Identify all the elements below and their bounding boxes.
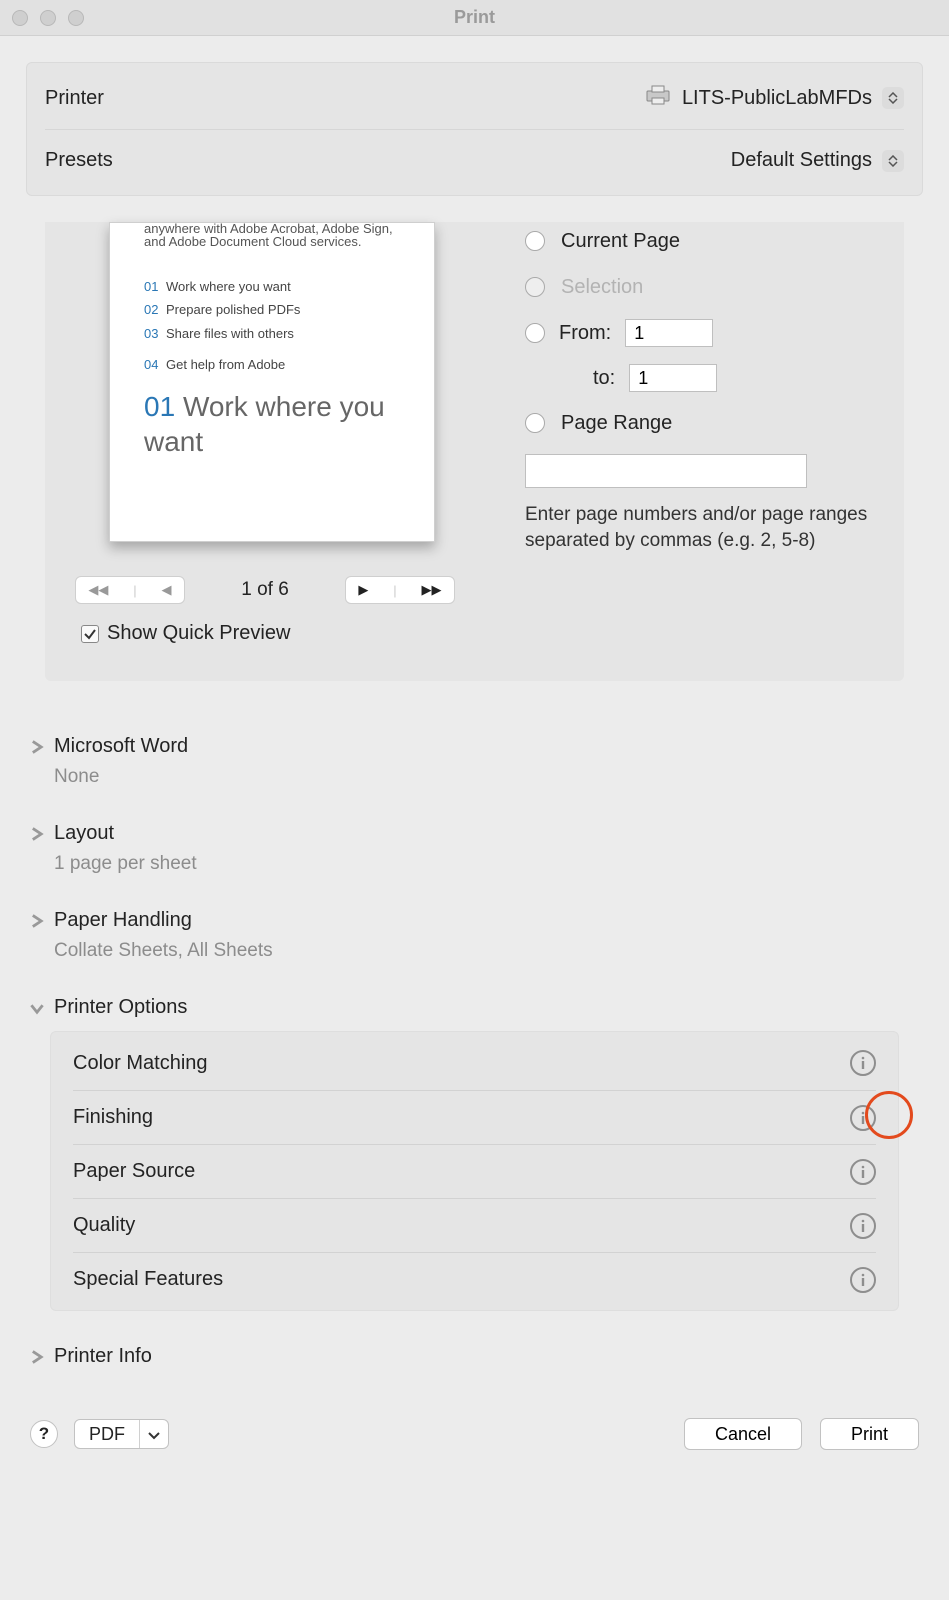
section-printer-options[interactable]: Printer Options Color Matching Finishing (30, 996, 919, 1311)
prev-page-icon: ◀ (162, 582, 172, 598)
preview-next-buttons[interactable]: ▶ | ▶▶ (345, 576, 455, 604)
chevron-updown-icon (882, 87, 904, 109)
to-input[interactable] (629, 364, 717, 392)
info-icon[interactable] (850, 1105, 876, 1131)
titlebar: Print (0, 0, 949, 36)
next-page-icon: ▶ (358, 582, 368, 598)
section-title: Paper Handling (54, 909, 192, 932)
radio-page-range[interactable] (525, 413, 545, 433)
selection-label: Selection (561, 276, 643, 299)
from-input[interactable] (625, 319, 713, 347)
chevron-updown-icon (882, 150, 904, 172)
chevron-right-icon (30, 740, 44, 754)
printer-options-list: Color Matching Finishing Paper Source (50, 1031, 899, 1311)
toc-text: Share files with others (166, 326, 294, 341)
section-subtitle: Collate Sheets, All Sheets (54, 940, 919, 962)
preview-text: and Adobe Document Cloud services. (144, 234, 362, 249)
chevron-down-icon (140, 1424, 168, 1445)
section-title: Microsoft Word (54, 735, 188, 758)
po-item-color-matching[interactable]: Color Matching (73, 1036, 876, 1090)
pdf-label: PDF (75, 1420, 140, 1448)
current-page-label: Current Page (561, 230, 680, 253)
heading-text: Work where you want (144, 391, 385, 457)
po-item-label: Quality (73, 1214, 135, 1237)
section-subtitle: None (54, 766, 919, 788)
show-quick-preview-label: Show Quick Preview (107, 622, 290, 645)
page-indicator: 1 of 6 (241, 579, 289, 601)
print-button[interactable]: Print (820, 1418, 919, 1450)
toc-text: Get help from Adobe (166, 357, 285, 372)
info-icon[interactable] (850, 1267, 876, 1293)
section-title: Printer Info (54, 1345, 152, 1368)
po-item-quality[interactable]: Quality (73, 1198, 876, 1252)
chevron-right-icon (30, 1350, 44, 1364)
info-icon[interactable] (850, 1159, 876, 1185)
section-paper-handling[interactable]: Paper Handling Collate Sheets, All Sheet… (30, 909, 919, 962)
window-title: Print (0, 7, 949, 28)
cancel-button[interactable]: Cancel (684, 1418, 802, 1450)
preview-prev-buttons[interactable]: ◀◀ | ◀ (75, 576, 185, 604)
radio-from[interactable] (525, 323, 545, 343)
info-icon[interactable] (850, 1050, 876, 1076)
po-item-label: Color Matching (73, 1052, 208, 1075)
show-quick-preview-checkbox[interactable] (81, 625, 99, 643)
first-page-icon: ◀◀ (88, 582, 108, 598)
preview-and-range-panel: anywhere with Adobe Acrobat, Adobe Sign,… (45, 222, 904, 681)
radio-selection (525, 277, 545, 297)
section-subtitle: 1 page per sheet (54, 853, 919, 875)
section-title: Printer Options (54, 996, 187, 1019)
po-item-label: Finishing (73, 1106, 153, 1129)
toc-num: 03 (144, 322, 166, 345)
page-range-input[interactable] (525, 454, 807, 488)
printer-presets-panel: Printer LITS-PublicLabMFDs Presets Defau… (26, 62, 923, 196)
page-preview: anywhere with Adobe Acrobat, Adobe Sign,… (109, 222, 435, 542)
page-range-hint: Enter page numbers and/or page ranges se… (525, 502, 874, 553)
po-item-finishing[interactable]: Finishing (73, 1090, 876, 1144)
printer-value: LITS-PublicLabMFDs (682, 87, 872, 110)
heading-num: 01 (144, 391, 175, 422)
radio-current-page[interactable] (525, 231, 545, 251)
toc-num: 04 (144, 353, 166, 376)
pdf-dropdown[interactable]: PDF (74, 1419, 169, 1449)
printer-label: Printer (45, 87, 104, 110)
printer-select[interactable]: LITS-PublicLabMFDs (644, 84, 904, 112)
toc-num: 01 (144, 275, 166, 298)
section-title: Layout (54, 822, 114, 845)
toc-text: Prepare polished PDFs (166, 302, 300, 317)
presets-select[interactable]: Default Settings (731, 149, 904, 172)
help-button[interactable]: ? (30, 1420, 58, 1448)
chevron-right-icon (30, 827, 44, 841)
to-label: to: (593, 367, 615, 390)
po-item-label: Paper Source (73, 1160, 195, 1183)
toc-num: 02 (144, 298, 166, 321)
info-icon[interactable] (850, 1213, 876, 1239)
printer-icon (644, 84, 672, 112)
chevron-down-icon (30, 1001, 44, 1015)
po-item-paper-source[interactable]: Paper Source (73, 1144, 876, 1198)
chevron-right-icon (30, 914, 44, 928)
page-range-label: Page Range (561, 412, 672, 435)
section-microsoft-word[interactable]: Microsoft Word None (30, 735, 919, 788)
section-printer-info[interactable]: Printer Info (30, 1345, 919, 1368)
po-item-special-features[interactable]: Special Features (73, 1252, 876, 1306)
presets-value: Default Settings (731, 149, 872, 172)
from-label: From: (559, 322, 611, 345)
presets-label: Presets (45, 149, 113, 172)
po-item-label: Special Features (73, 1268, 223, 1291)
section-layout[interactable]: Layout 1 page per sheet (30, 822, 919, 875)
last-page-icon: ▶▶ (422, 582, 442, 598)
toc-text: Work where you want (166, 279, 291, 294)
